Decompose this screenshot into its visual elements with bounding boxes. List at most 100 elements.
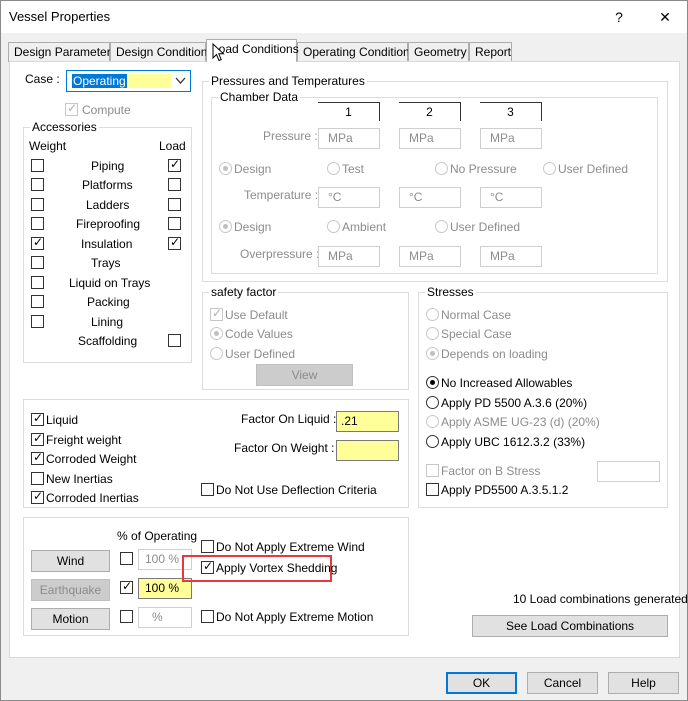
vessel-properties-dialog: Vessel Properties ? ✕ Design Parameters … <box>0 0 688 701</box>
no-extreme-wind-checkbox[interactable] <box>201 540 214 553</box>
factor-b-stress-field[interactable] <box>597 461 660 482</box>
chamber-column-header: 2 <box>399 102 461 121</box>
pressure-field-2[interactable]: MPa <box>399 128 461 149</box>
piping-load-checkbox[interactable]: ✓ <box>168 158 181 172</box>
no-increased-allowables-radio[interactable] <box>426 376 439 389</box>
corroded-inertias-label: Corroded Inertias <box>46 491 139 505</box>
factor-on-liquid-field[interactable]: .21 <box>336 411 399 432</box>
tab-geometry[interactable]: Geometry <box>408 42 469 62</box>
use-default-label: Use Default <box>225 308 288 322</box>
help-button[interactable]: Help <box>608 672 679 694</box>
no-increased-allowables-label: No Increased Allowables <box>441 376 573 390</box>
compute-checkbox[interactable]: ✓ <box>65 102 78 116</box>
code-values-radio[interactable] <box>210 327 223 340</box>
factor-on-weight-label: Factor On Weight : <box>234 441 335 455</box>
normal-case-radio[interactable] <box>426 308 439 321</box>
accessories-title: Accessories <box>30 120 99 134</box>
see-load-combinations-button[interactable]: See Load Combinations <box>472 615 668 637</box>
pd5500-a3512-label: Apply PD5500 A.3.5.1.2 <box>441 483 569 497</box>
piping-weight-checkbox[interactable] <box>31 159 44 172</box>
depends-on-loading-radio[interactable] <box>426 347 439 360</box>
fireproofing-load-checkbox[interactable] <box>168 217 181 230</box>
temperature-field-2[interactable]: °C <box>399 187 461 208</box>
fireproofing-weight-checkbox[interactable] <box>31 217 44 230</box>
ladders-weight-checkbox[interactable] <box>31 198 44 211</box>
trays-weight-checkbox[interactable] <box>31 256 44 269</box>
factor-on-weight-field[interactable] <box>336 440 399 461</box>
temperature-field-3[interactable]: °C <box>480 187 542 208</box>
tab-design-conditions[interactable]: Design Conditions <box>110 42 213 62</box>
liquid-checkbox[interactable]: ✓ <box>31 412 44 426</box>
pressure-field-1[interactable]: MPa <box>318 128 380 149</box>
use-default-checkbox[interactable]: ✓ <box>210 307 223 321</box>
platforms-weight-checkbox[interactable] <box>31 178 44 191</box>
temperature-design-radio[interactable] <box>219 220 232 233</box>
no-pressure-radio[interactable] <box>435 162 448 175</box>
motion-percent-field[interactable]: % <box>138 607 192 628</box>
window-title: Vessel Properties <box>9 9 111 24</box>
load-combinations-count: 10 Load combinations generated <box>513 592 688 606</box>
tab-operating-conditions[interactable]: Operating Conditions <box>297 42 416 62</box>
cancel-button[interactable]: Cancel <box>527 672 598 694</box>
wind-checkbox[interactable] <box>120 552 133 565</box>
asme-ug23-radio[interactable] <box>426 415 439 428</box>
pd5500-a36-radio[interactable] <box>426 396 439 409</box>
safety-factor-title: safety factor <box>209 285 279 299</box>
lining-weight-checkbox[interactable] <box>31 315 44 328</box>
case-value: Operating <box>72 74 127 88</box>
overpressure-field-3[interactable]: MPa <box>480 246 542 267</box>
motion-checkbox[interactable] <box>120 610 133 623</box>
platforms-load-checkbox[interactable] <box>168 178 181 191</box>
pressure-test-radio[interactable] <box>327 162 340 175</box>
trays-label: Trays <box>91 256 121 270</box>
pressure-test-label: Test <box>342 162 365 176</box>
no-deflection-checkbox[interactable] <box>201 483 214 496</box>
factor-b-stress-checkbox[interactable] <box>426 464 439 477</box>
packing-weight-checkbox[interactable] <box>31 295 44 308</box>
ladders-label: Ladders <box>86 198 130 212</box>
pressure-design-label: Design <box>234 162 272 176</box>
earthquake-button[interactable]: Earthquake <box>31 579 110 601</box>
no-extreme-motion-checkbox[interactable] <box>201 610 214 623</box>
insulation-weight-checkbox[interactable]: ✓ <box>31 236 44 250</box>
tab-design-parameters[interactable]: Design Parameters <box>8 42 117 62</box>
close-icon[interactable]: ✕ <box>653 5 677 29</box>
view-button[interactable]: View <box>256 364 353 386</box>
freight-weight-checkbox[interactable]: ✓ <box>31 432 44 446</box>
no-pressure-label: No Pressure <box>450 162 517 176</box>
scaffolding-load-checkbox[interactable] <box>168 334 181 347</box>
motion-button[interactable]: Motion <box>31 608 110 630</box>
fireproofing-label: Fireproofing <box>76 217 141 231</box>
tab-report[interactable]: Report <box>469 42 512 62</box>
pressure-field-3[interactable]: MPa <box>480 128 542 149</box>
mouse-cursor-icon <box>212 43 225 62</box>
case-dropdown[interactable]: Operating <box>66 70 191 92</box>
temperature-label: Temperature : <box>244 188 319 202</box>
help-icon[interactable]: ? <box>607 5 631 29</box>
pd5500-a3512-checkbox[interactable] <box>426 483 439 496</box>
ubc-radio[interactable] <box>426 435 439 448</box>
ambient-radio[interactable] <box>327 220 340 233</box>
safety-user-defined-radio[interactable] <box>210 347 223 360</box>
ok-button[interactable]: OK <box>446 672 517 694</box>
temperature-field-1[interactable]: °C <box>318 187 380 208</box>
pressure-user-defined-radio[interactable] <box>543 162 556 175</box>
platforms-label: Platforms <box>82 178 133 192</box>
piping-label: Piping <box>91 159 125 173</box>
insulation-load-checkbox[interactable]: ✓ <box>168 236 181 250</box>
asme-ug23-label: Apply ASME UG-23 (d) (20%) <box>441 415 600 429</box>
vortex-shedding-checkbox[interactable]: ✓ <box>201 560 214 574</box>
ladders-load-checkbox[interactable] <box>168 198 181 211</box>
normal-case-label: Normal Case <box>441 308 512 322</box>
new-inertias-checkbox[interactable] <box>31 472 44 485</box>
earthquake-checkbox[interactable]: ✓ <box>120 580 133 594</box>
overpressure-field-1[interactable]: MPa <box>318 246 380 267</box>
wind-button[interactable]: Wind <box>31 550 110 572</box>
corroded-weight-checkbox[interactable]: ✓ <box>31 451 44 465</box>
liquid-on-trays-weight-checkbox[interactable] <box>31 276 44 289</box>
temperature-user-defined-radio[interactable] <box>435 220 448 233</box>
corroded-inertias-checkbox[interactable]: ✓ <box>31 490 44 504</box>
special-case-radio[interactable] <box>426 327 439 340</box>
pressure-design-radio[interactable] <box>219 162 232 175</box>
overpressure-field-2[interactable]: MPa <box>399 246 461 267</box>
